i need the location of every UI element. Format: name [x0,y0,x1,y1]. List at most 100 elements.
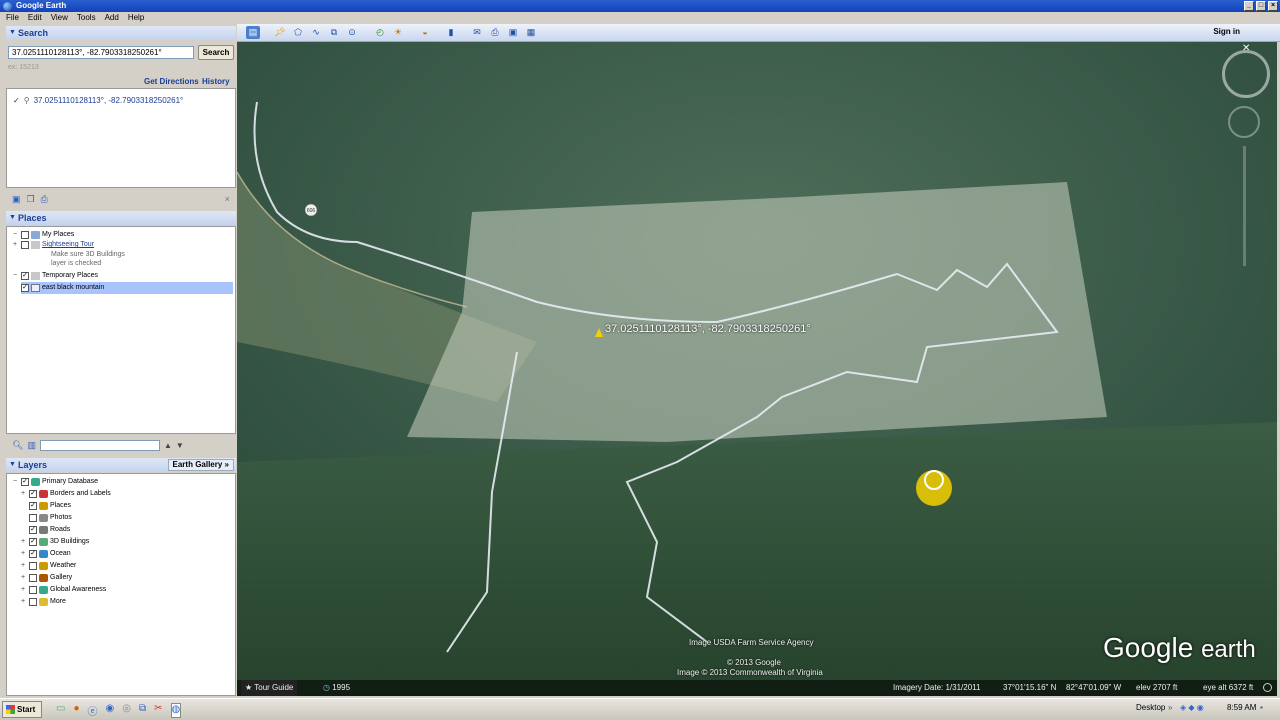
layer-checkbox[interactable]: ✓ [29,538,37,546]
expander-icon[interactable]: + [19,572,27,584]
layer-checkbox[interactable]: ✓ [29,550,37,558]
layer-checkbox[interactable] [29,514,37,522]
menu-help[interactable]: Help [128,12,144,24]
checkbox[interactable]: ✓ [21,272,29,280]
media-player-icon[interactable]: ◉ [106,703,115,718]
network-icon[interactable]: ⧉ [139,703,146,718]
sidebar-toggle-icon[interactable]: ▤ [246,26,260,39]
layer-item[interactable]: − ✓ Primary Database [11,476,98,488]
chevron-icon[interactable]: » [1168,703,1172,712]
layer-item[interactable]: + ✓ Borders and Labels [19,488,111,500]
layers-panel-header[interactable]: ▼ Layers Earth Gallery » [6,458,236,472]
layer-checkbox[interactable]: ✓ [21,478,29,486]
history-link[interactable]: History [202,77,230,86]
checkbox[interactable]: ✓ [21,284,29,292]
historical-imagery-icon[interactable]: ◴ [373,26,387,39]
search-result-item[interactable]: ✓ ⚲ 37.0251110128113°, -82.7903318250261… [13,96,183,105]
email-icon[interactable]: ✉ [470,26,484,39]
expander-icon[interactable]: + [19,548,27,560]
firefox-icon[interactable]: ● [73,703,79,718]
layer-checkbox[interactable]: ✓ [29,502,37,510]
desktop-toolbar-label[interactable]: Desktop [1136,703,1165,712]
expander-icon[interactable]: + [19,596,27,608]
arrow-up-icon[interactable]: ▲ [164,441,172,450]
tool-icon[interactable]: ✂ [154,703,162,718]
tour-guide-button[interactable]: ★ Tour Guide [241,680,298,696]
menu-view[interactable]: View [51,12,68,24]
menu-tools[interactable]: Tools [77,12,96,24]
places-panel-header[interactable]: ▼ Places [6,211,236,225]
clear-search-icon[interactable]: × [225,194,230,204]
checkbox[interactable] [21,231,29,239]
google-maps-icon[interactable]: ▦ [524,26,538,39]
tray-app-icon[interactable]: ▪ [1260,703,1263,712]
expander-icon[interactable]: − [11,270,19,282]
layer-item[interactable]: + Global Awareness [19,584,106,596]
get-directions-link[interactable]: Get Directions [144,77,199,86]
layer-item[interactable]: ✓ Places [19,500,71,512]
historical-year[interactable]: ◷ 1995 [323,680,350,696]
panel-toggle-icon[interactable]: ▥ [27,440,36,451]
search-input[interactable] [8,46,194,59]
expander-icon[interactable]: + [19,560,27,572]
zoom-slider[interactable] [1243,146,1246,266]
polygon-icon[interactable]: ⬠ [291,26,305,39]
google-earth-taskbar-icon[interactable]: ◍ [170,703,182,718]
expander-icon[interactable]: + [11,239,19,251]
layer-item[interactable]: + ✓ 3D Buildings [19,536,89,548]
ie-icon[interactable]: ⓔ [88,703,98,718]
layer-checkbox[interactable] [29,586,37,594]
layer-item[interactable]: + More [19,596,66,608]
close-window-button[interactable]: × [1268,1,1278,11]
layer-item[interactable]: + Gallery [19,572,72,584]
layer-checkbox[interactable] [29,562,37,570]
print-icon[interactable]: ⎙ [41,194,48,205]
expander-icon[interactable]: + [19,536,27,548]
layer-item[interactable]: ✓ Roads [19,524,70,536]
minimize-button[interactable]: _ [1244,1,1254,11]
planets-icon[interactable]: ◒ [418,26,432,39]
expander-icon[interactable]: + [19,584,27,596]
tree-item-temporary-places[interactable]: − ✓ Temporary Places [11,270,98,282]
app-icon[interactable]: ◎ [122,703,131,718]
layer-checkbox[interactable] [29,598,37,606]
layer-item[interactable]: + ✓ Ocean [19,548,71,560]
record-tour-icon[interactable]: ⊙ [345,26,359,39]
places-search-input[interactable] [39,439,160,451]
menu-add[interactable]: Add [105,12,119,24]
tray-icons[interactable]: ◈ ◆ ◉ [1180,703,1204,712]
menu-edit[interactable]: Edit [28,12,42,24]
sunlight-icon[interactable]: ☀ [391,26,405,39]
search-panel-header[interactable]: ▼ Search [6,26,236,40]
start-button[interactable]: Start [2,701,42,718]
map-view[interactable]: 606 37.0251110128113°, -82.7903318250261… [237,42,1277,696]
earth-gallery-button[interactable]: Earth Gallery » [167,459,234,471]
placemark-icon[interactable]: 📌︎ [273,26,287,39]
arrow-down-icon[interactable]: ▼ [176,441,184,450]
ruler-icon[interactable]: ▮ [444,26,458,39]
expander-icon[interactable]: + [19,488,27,500]
layer-item[interactable]: + Weather [19,560,76,572]
move-control[interactable] [1228,106,1260,138]
search-icon[interactable]: 🔍︎ [12,440,23,451]
compass-look-control[interactable] [1222,50,1270,98]
image-overlay-icon[interactable]: ⧉ [327,26,341,39]
copy-icon[interactable]: ❐ [27,194,35,205]
checkbox[interactable] [21,241,29,249]
add-to-places-icon[interactable]: ▣ [12,194,21,205]
ocean-icon [39,550,48,558]
layer-checkbox[interactable]: ✓ [29,526,37,534]
save-image-icon[interactable]: ▣ [506,26,520,39]
show-desktop-icon[interactable]: ▭ [56,703,65,718]
layer-checkbox[interactable] [29,574,37,582]
sign-in-link[interactable]: Sign in [1213,27,1240,36]
layer-checkbox[interactable]: ✓ [29,490,37,498]
path-icon[interactable]: ∿ [309,26,323,39]
print-icon[interactable]: ⎙ [488,26,502,39]
expander-icon[interactable]: − [11,476,19,488]
menu-file[interactable]: File [6,12,19,24]
tree-item-east-black-mountain[interactable]: ✓ east black mountain [21,282,233,294]
search-button[interactable]: Search [198,45,234,60]
layer-item[interactable]: Photos [19,512,72,524]
maximize-button[interactable]: □ [1256,1,1266,11]
